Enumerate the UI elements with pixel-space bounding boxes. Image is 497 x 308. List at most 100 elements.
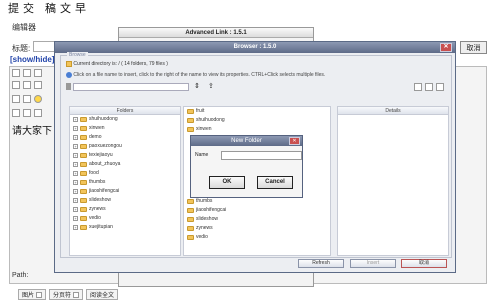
folder-icon xyxy=(187,235,194,240)
new-folder-close-icon[interactable]: ✕ xyxy=(289,137,300,145)
expand-icon[interactable]: + xyxy=(73,189,78,194)
title-input[interactable] xyxy=(33,41,55,52)
tree-item-label: zynews xyxy=(89,206,106,212)
tree-item[interactable]: + jiaoshifengcai xyxy=(70,187,180,196)
folder-icon xyxy=(80,162,87,167)
expand-icon[interactable]: + xyxy=(73,216,78,221)
file-item-label: fruit xyxy=(196,108,205,114)
file-item[interactable]: thumbs xyxy=(184,197,330,206)
new-folder-title: New Folder xyxy=(231,138,262,144)
file-item[interactable]: zynews xyxy=(184,224,330,233)
editor-toolbar xyxy=(12,69,42,77)
tree-item[interactable]: + food xyxy=(70,169,180,178)
home-icon[interactable] xyxy=(66,83,71,90)
expand-icon[interactable]: + xyxy=(73,207,78,212)
folder-icon xyxy=(80,117,87,122)
tree-item[interactable]: + slideshow xyxy=(70,196,180,205)
source-icon[interactable] xyxy=(12,69,20,77)
up-folder-icon[interactable]: ⇪ xyxy=(208,82,214,90)
file-item-label: vedio xyxy=(196,234,208,240)
browser-titlebar: Browser : 1.5.0 ✕ xyxy=(55,42,455,53)
insert-button[interactable]: Insert xyxy=(350,259,396,268)
image-icon[interactable] xyxy=(12,109,20,117)
insert-image-button[interactable]: 图片 xyxy=(18,289,47,300)
title-label: 标题: xyxy=(12,44,31,53)
folder-icon xyxy=(187,118,194,123)
new-doc-icon[interactable] xyxy=(23,69,31,77)
tree-item[interactable]: + about_zhuoya xyxy=(70,160,180,169)
smiley-icon[interactable] xyxy=(34,95,42,103)
expand-icon[interactable]: + xyxy=(73,162,78,167)
expand-icon[interactable]: + xyxy=(73,153,78,158)
browser-info-text: Click on a file name to insert, click to… xyxy=(73,72,326,78)
bold-icon[interactable] xyxy=(34,69,42,77)
page-break-label: 分页符 xyxy=(53,293,72,299)
editor-content[interactable]: 请大家下 xyxy=(12,122,52,137)
dropdown-icon[interactable]: ⇕ xyxy=(194,82,200,90)
expand-icon[interactable]: + xyxy=(73,171,78,176)
folder-icon xyxy=(187,127,194,132)
expand-icon[interactable]: + xyxy=(73,144,78,149)
folders-panel: Folders + shuihuodong + xinwen + demo + paoxuez… xyxy=(69,106,181,256)
tree-item[interactable]: + thumbs xyxy=(70,178,180,187)
tree-item[interactable]: + xinwen xyxy=(70,124,180,133)
show-hide-toggle[interactable]: [show/hide] xyxy=(10,55,54,64)
folder-icon xyxy=(187,208,194,213)
details-panel: Details xyxy=(337,106,449,256)
paste-word-icon[interactable] xyxy=(34,81,42,89)
paste-text-icon[interactable] xyxy=(23,81,31,89)
expand-icon[interactable]: + xyxy=(73,198,78,203)
upload-icon[interactable] xyxy=(425,83,433,91)
flash-icon[interactable] xyxy=(23,109,31,117)
advanced-link-title: Advanced Link : 1.5.1 xyxy=(119,28,313,38)
page-break-button[interactable]: 分页符 xyxy=(49,289,84,300)
browser-cancel-button[interactable]: 取消 xyxy=(401,259,447,268)
folder-icon xyxy=(80,153,87,158)
close-icon[interactable]: ✕ xyxy=(440,43,452,52)
expand-icon[interactable]: + xyxy=(73,126,78,131)
name-label: Name xyxy=(195,152,209,158)
delete-icon[interactable] xyxy=(436,83,444,91)
tree-item-label: texiejiaoyu xyxy=(89,152,113,158)
page-cancel-button[interactable]: 取消 xyxy=(460,41,487,54)
tree-item[interactable]: + xuejitupian xyxy=(70,223,180,232)
tree-item[interactable]: + shuihuodong xyxy=(70,115,180,124)
file-item[interactable]: fruit xyxy=(184,107,330,116)
page-heading: 提交 稿文早 xyxy=(8,3,91,15)
file-item[interactable]: vedio xyxy=(184,233,330,242)
table-icon[interactable] xyxy=(12,95,20,103)
page-break-icon xyxy=(73,291,80,298)
expand-icon[interactable]: + xyxy=(73,180,78,185)
folder-icon xyxy=(80,144,87,149)
refresh-button[interactable]: Refresh xyxy=(298,259,344,268)
new-folder-cancel-button[interactable]: Cancel xyxy=(257,176,293,189)
tree-item[interactable]: + paoxuezongou xyxy=(70,142,180,151)
tree-item[interactable]: + vedio xyxy=(70,214,180,223)
read-more-button[interactable]: 阅读全文 xyxy=(86,289,119,300)
tree-item[interactable]: + zynews xyxy=(70,205,180,214)
file-item[interactable]: slideshow xyxy=(184,215,330,224)
file-item-label: zynews xyxy=(196,225,213,231)
paragraph-icon[interactable] xyxy=(34,109,42,117)
current-directory: Current directory is: / ( 14 folders, 79… xyxy=(66,60,446,69)
editor-heading: 编辑器 xyxy=(12,23,36,32)
rule-icon[interactable] xyxy=(23,95,31,103)
expand-icon[interactable]: + xyxy=(73,117,78,122)
expand-icon[interactable]: + xyxy=(73,225,78,230)
file-item[interactable]: shuihuodong xyxy=(184,116,330,125)
new-folder-icon[interactable] xyxy=(414,83,422,91)
file-item[interactable]: xinwen xyxy=(184,125,330,134)
tree-item[interactable]: + texiejiaoyu xyxy=(70,151,180,160)
paste-icon[interactable] xyxy=(12,81,20,89)
folder-name-input[interactable] xyxy=(221,151,302,160)
tree-item-label: slideshow xyxy=(89,197,111,203)
address-input[interactable] xyxy=(73,83,189,91)
expand-icon[interactable]: + xyxy=(73,135,78,140)
ok-button[interactable]: OK xyxy=(209,176,245,189)
folder-tree: + shuihuodong + xinwen + demo + paoxuezongou + te… xyxy=(70,115,180,232)
file-item-label: thumbs xyxy=(196,198,213,204)
file-item[interactable]: jiaoshifengcai xyxy=(184,206,330,215)
folder-icon xyxy=(187,109,194,114)
folder-icon xyxy=(187,217,194,222)
tree-item[interactable]: + demo xyxy=(70,133,180,142)
